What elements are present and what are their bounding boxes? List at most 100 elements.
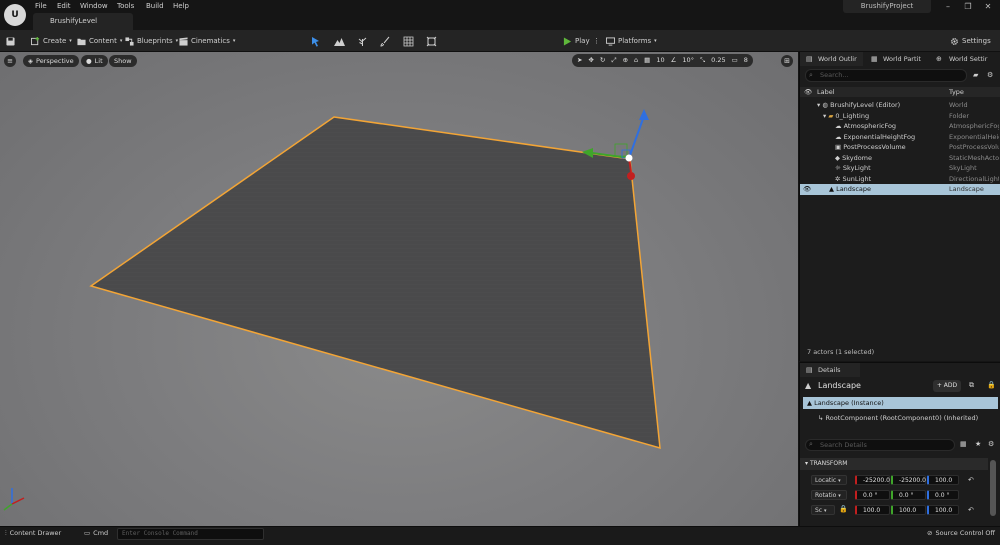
scale-lock-icon[interactable]: 🔒: [839, 505, 848, 513]
outliner-row[interactable]: ▣ PostProcessVolume PostProcessVolu: [800, 142, 1000, 153]
play-button[interactable]: Play: [563, 34, 590, 48]
scale-z-field[interactable]: 100.0: [927, 505, 959, 515]
close-icon[interactable]: ✕: [981, 1, 995, 13]
chevron-down-icon: ▾: [69, 38, 72, 44]
location-z-field[interactable]: 100.0: [927, 475, 959, 485]
add-component-button[interactable]: + ADD: [933, 380, 961, 392]
fog-icon: ☁: [835, 132, 842, 141]
console-command-input[interactable]: Enter Console Command: [117, 528, 264, 540]
play-options-icon[interactable]: ⋮: [593, 34, 600, 48]
fracture-mode-button[interactable]: [426, 34, 437, 48]
mesh-paint-mode-button[interactable]: [380, 34, 391, 48]
content-label: Content: [89, 37, 117, 45]
outliner-settings-icon[interactable]: ⚙: [987, 71, 993, 79]
details-search-input[interactable]: Search Details: [805, 439, 955, 451]
outliner-row[interactable]: ☼ SkyLight SkyLight: [800, 163, 1000, 174]
rotate-icon[interactable]: ↻: [598, 54, 607, 67]
outliner-row[interactable]: ✲ SunLight DirectionalLight: [800, 174, 1000, 185]
content-button[interactable]: Content ▾: [77, 34, 122, 48]
location-x-field[interactable]: -25200.0: [855, 475, 890, 485]
type-column-header[interactable]: Type: [949, 88, 964, 96]
location-dropdown[interactable]: Locatic ▾: [811, 475, 847, 485]
perspective-button[interactable]: ◈ Perspective: [23, 55, 79, 67]
instance-row[interactable]: ▲ Landscape (Instance): [803, 397, 998, 409]
outliner-row[interactable]: ◆ Skydome StaticMeshActor: [800, 153, 1000, 164]
outliner-row[interactable]: ☁ AtmosphericFog AtmosphericFog: [800, 121, 1000, 132]
actor-name[interactable]: Landscape: [818, 381, 861, 390]
surface-snap-icon[interactable]: ⌂: [632, 54, 640, 67]
foliage-mode-button[interactable]: [357, 34, 368, 48]
scale-snap-icon[interactable]: ⤡: [698, 54, 707, 67]
add-folder-icon[interactable]: ▰: [973, 71, 978, 79]
expand-arrow-icon[interactable]: ▾: [817, 101, 820, 109]
favorites-star-icon[interactable]: ★: [975, 440, 981, 448]
select-cursor-icon[interactable]: ➤: [575, 54, 584, 67]
label-column-header[interactable]: Label: [817, 88, 835, 96]
level-viewport[interactable]: [0, 52, 798, 526]
outliner-row-selected[interactable]: 👁 ▲ Landscape Landscape: [800, 184, 1000, 195]
show-button[interactable]: Show: [109, 55, 137, 67]
blueprint-icon[interactable]: ⧉: [969, 381, 974, 390]
camera-speed-icon[interactable]: ▭: [730, 54, 740, 67]
source-control-button[interactable]: ⊘ Source Control Off: [927, 529, 995, 537]
scale-icon[interactable]: ⤢: [609, 54, 618, 67]
scale-dropdown[interactable]: Sc ▾: [811, 505, 835, 515]
menu-edit[interactable]: Edit: [57, 1, 71, 12]
settings-button[interactable]: Settings: [950, 34, 991, 48]
grid-snap-value[interactable]: 10: [654, 54, 666, 67]
transform-section-header[interactable]: ▾ TRANSFORM: [800, 458, 988, 470]
translate-icon[interactable]: ✥: [586, 54, 595, 67]
level-tab[interactable]: BrushifyLevel: [33, 13, 133, 30]
rotation-y-field[interactable]: 0.0 °: [891, 490, 926, 500]
root-component-label: RootComponent (RootComponent0) (Inherite…: [825, 414, 979, 422]
property-matrix-icon[interactable]: ▦: [960, 440, 967, 448]
modeling-mode-button[interactable]: [403, 34, 414, 48]
outliner-search-input[interactable]: Search...: [805, 69, 967, 82]
viewport-menu-icon[interactable]: ≡: [4, 55, 16, 67]
root-component-row[interactable]: ↳ RootComponent (RootComponent0) (Inheri…: [818, 414, 978, 422]
content-drawer-button[interactable]: ⫶ Content Drawer: [5, 529, 61, 538]
reset-location-icon[interactable]: ↶: [968, 476, 974, 484]
rotation-z-field[interactable]: 0.0 °: [927, 490, 959, 500]
platforms-label: Platforms: [618, 37, 652, 45]
lit-button[interactable]: ● Lit: [81, 55, 108, 67]
cmd-button[interactable]: ▭ Cmd: [84, 529, 108, 537]
visibility-eye-icon[interactable]: 👁: [803, 185, 811, 193]
outliner-row[interactable]: ▾ ◍ BrushifyLevel (Editor) World: [800, 100, 1000, 111]
outliner-row[interactable]: ☁ ExponentialHeightFog ExponentialHeigh: [800, 132, 1000, 143]
rotation-x-field[interactable]: 0.0 °: [855, 490, 890, 500]
expand-arrow-icon[interactable]: ▾: [823, 112, 826, 120]
save-button[interactable]: [6, 34, 15, 48]
select-mode-button[interactable]: [310, 34, 321, 48]
cinematics-button[interactable]: Cinematics ▾: [179, 34, 235, 48]
platforms-button[interactable]: Platforms ▾: [606, 34, 657, 48]
blueprints-button[interactable]: Blueprints ▾: [125, 34, 178, 48]
create-button[interactable]: Create ▾: [31, 34, 72, 48]
minimize-icon[interactable]: –: [941, 1, 955, 13]
details-scrollbar[interactable]: [990, 460, 996, 516]
menu-help[interactable]: Help: [173, 1, 189, 12]
maximize-icon[interactable]: ❐: [961, 1, 975, 13]
details-settings-icon[interactable]: ⚙: [988, 440, 994, 448]
landscape-plane[interactable]: [89, 116, 661, 450]
camera-speed-value[interactable]: 8: [742, 54, 750, 67]
rotation-snap-value[interactable]: 10°: [680, 54, 696, 67]
menu-file[interactable]: File: [35, 1, 47, 12]
menu-build[interactable]: Build: [146, 1, 164, 12]
landscape-mode-button[interactable]: [334, 34, 345, 48]
outliner-row[interactable]: ▾ ▰ 0_Lighting Folder: [800, 111, 1000, 122]
scale-x-field[interactable]: 100.0: [855, 505, 890, 515]
rotation-snap-icon[interactable]: ∠: [669, 54, 679, 67]
rotation-dropdown[interactable]: Rotatio ▾: [811, 490, 847, 500]
grid-snap-icon[interactable]: ▦: [642, 54, 652, 67]
maximize-viewport-icon[interactable]: ⊞: [781, 55, 793, 67]
world-space-icon[interactable]: ⊕: [621, 54, 630, 67]
lock-icon[interactable]: 🔒: [987, 381, 996, 389]
scale-y-field[interactable]: 100.0: [891, 505, 926, 515]
scale-snap-value[interactable]: 0.25: [709, 54, 727, 67]
location-y-field[interactable]: -25200.0: [891, 475, 926, 485]
reset-scale-icon[interactable]: ↶: [968, 506, 974, 514]
menu-window[interactable]: Window: [80, 1, 108, 12]
menu-tools[interactable]: Tools: [117, 1, 134, 12]
clapperboard-icon: [179, 36, 188, 46]
